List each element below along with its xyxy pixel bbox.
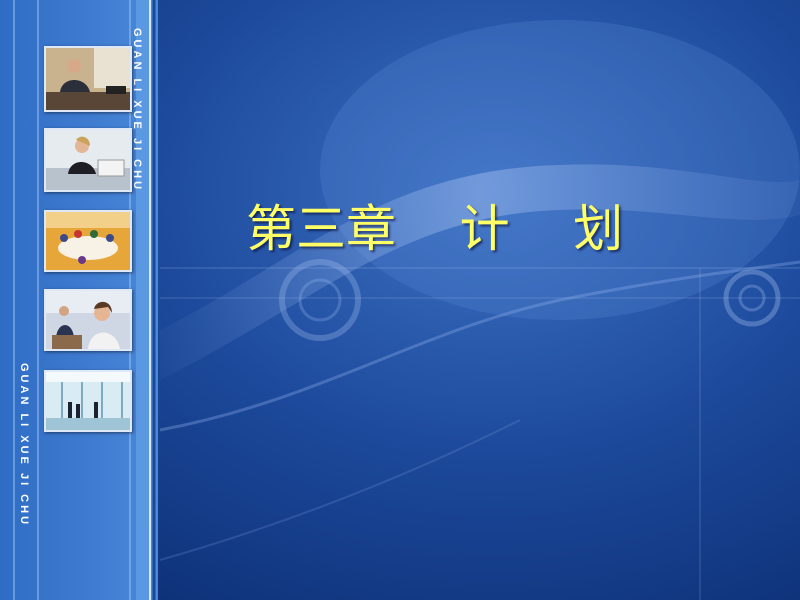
- slide-title: 第三章 计 划: [246, 200, 624, 258]
- sidebar-text-bottom: GUAN LI XUE JI CHU: [18, 363, 30, 528]
- office-lobby-photo: [44, 370, 132, 432]
- office-phone-woman-photo: [44, 128, 132, 192]
- office-phone-man-photo: [44, 46, 132, 112]
- call-center-photo: [44, 289, 132, 351]
- sidebar-text-top: GUAN LI XUE JI CHU: [131, 28, 143, 193]
- meeting-room-photo: [44, 210, 132, 272]
